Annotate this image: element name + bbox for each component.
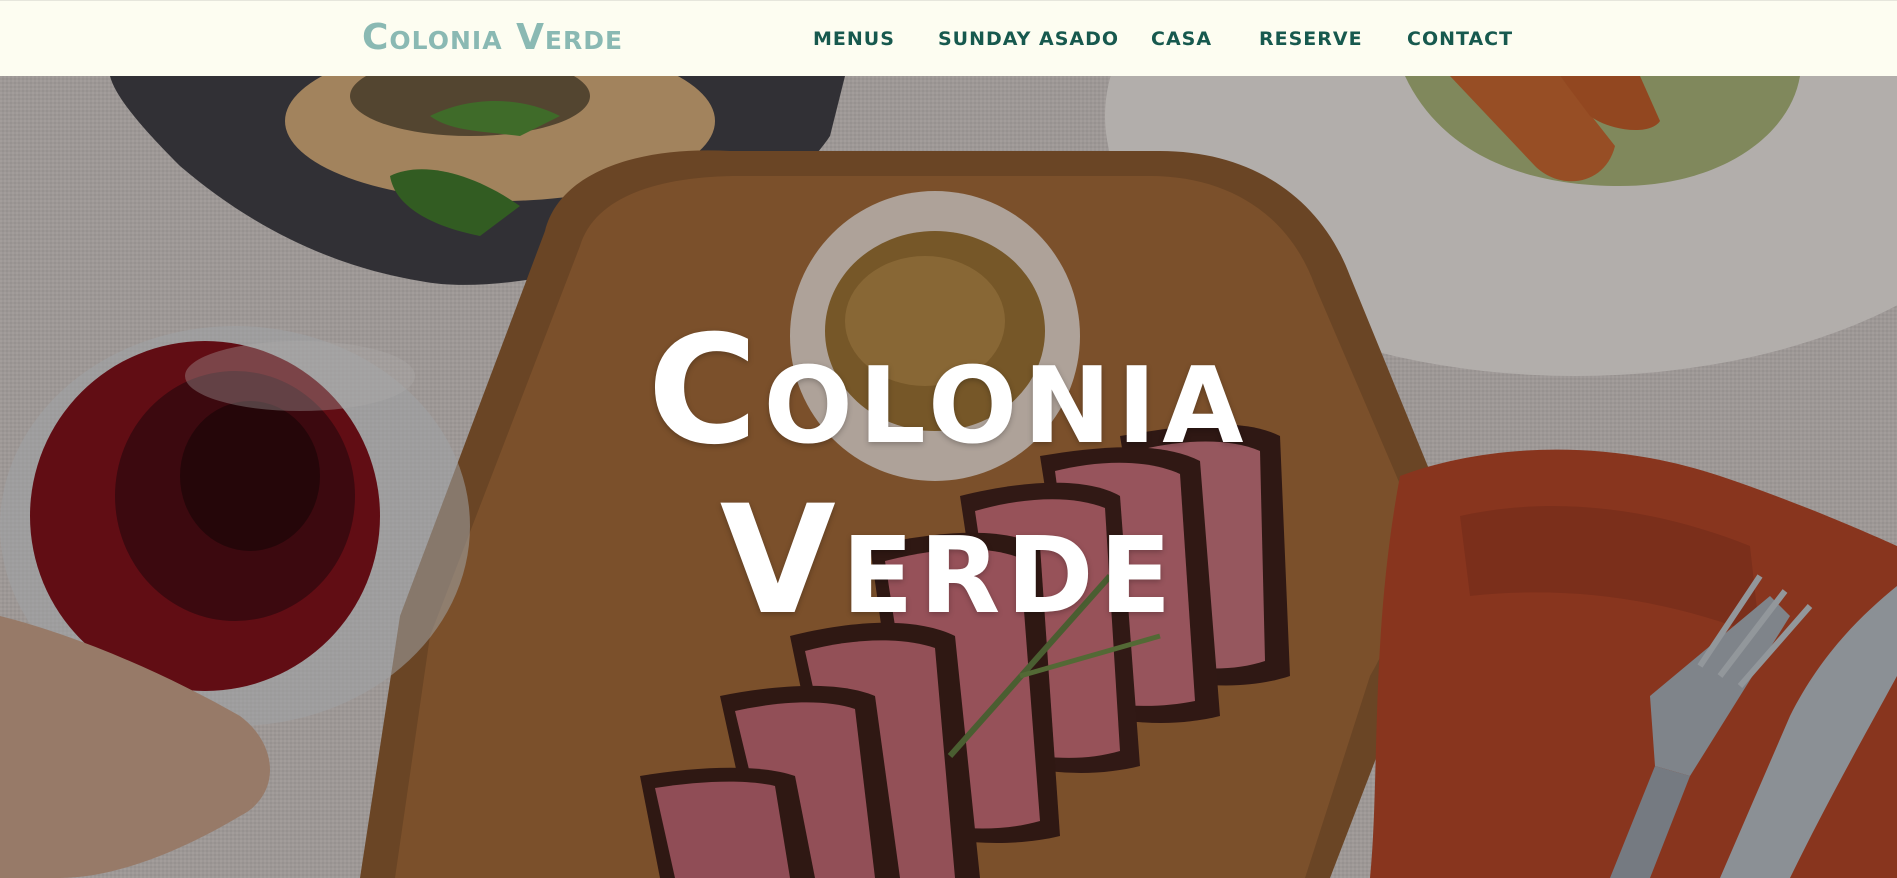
- hero-section: Colonia Verde: [0, 76, 1897, 878]
- site-logo[interactable]: Colonia Verde: [362, 18, 623, 58]
- nav-item-contact[interactable]: CONTACT: [1407, 27, 1527, 51]
- site-header: Colonia Verde MENUS SUNDAY ASADO CASA RE…: [0, 0, 1897, 76]
- hero-title-line1: Colonia: [647, 304, 1250, 478]
- nav-item-menus[interactable]: MENUS: [813, 27, 938, 51]
- nav-item-sunday-asado[interactable]: SUNDAY ASADO: [938, 27, 1151, 51]
- main-nav: MENUS SUNDAY ASADO CASA RESERVE CONTACT: [813, 27, 1527, 51]
- nav-item-casa[interactable]: CASA: [1151, 27, 1259, 51]
- hero-title-line2: Verde: [719, 474, 1178, 648]
- nav-item-reserve[interactable]: RESERVE: [1259, 27, 1407, 51]
